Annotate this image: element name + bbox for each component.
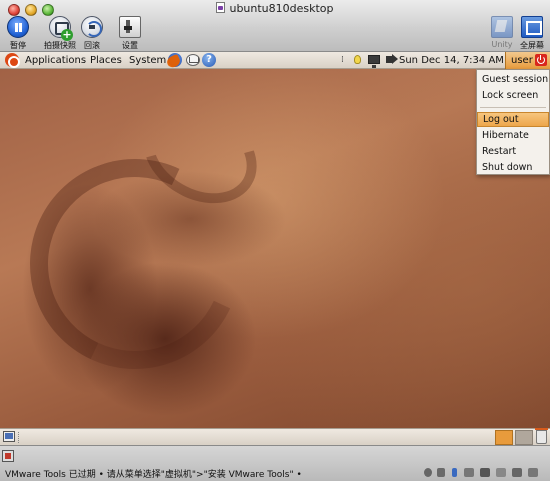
menu-item-lock-screen[interactable]: Lock screen [477,88,549,103]
fullscreen-icon [521,16,543,38]
sound-card-icon[interactable] [496,468,506,477]
settings-label: 设置 [122,41,138,50]
tray-separator: ⁞ [341,55,344,65]
vm-state-icon[interactable] [2,450,14,462]
snapshot-icon [49,16,73,41]
top-panel: Applications Places System ? ⁞ Sun Dec 1… [0,52,550,69]
menu-places[interactable]: Places [90,55,122,66]
shared-folders-icon[interactable] [528,468,538,477]
usb-icon[interactable] [464,468,474,477]
bluetooth-icon[interactable] [452,468,457,477]
show-desktop-icon[interactable] [3,431,15,442]
menu-item-shut-down[interactable]: Shut down [477,160,549,175]
menu-applications[interactable]: Applications [25,55,86,66]
mail-icon[interactable] [186,54,200,66]
pause-button[interactable]: 暂停 [0,16,40,51]
revert-icon [81,16,103,38]
bulb-icon[interactable] [354,55,361,64]
panel-separator [18,432,19,443]
fullscreen-label: 全屏幕 [520,41,544,50]
workspace-1[interactable] [495,430,513,445]
help-icon[interactable]: ? [202,53,216,67]
menu-item-restart[interactable]: Restart [477,144,549,159]
clock[interactable]: Sun Dec 14, 7:34 AM [399,55,504,66]
fullscreen-button[interactable]: 全屏幕 [510,16,550,51]
menu-item-log-out[interactable]: Log out [477,112,549,127]
user-menu-label: user [511,55,533,66]
menu-item-hibernate[interactable]: Hibernate [477,128,549,143]
firefox-icon[interactable] [168,53,182,67]
pause-label: 暂停 [10,41,26,50]
pause-icon [7,16,29,38]
trash-icon[interactable] [535,428,548,444]
desktop-wallpaper[interactable] [0,69,550,445]
vmware-statusbar: VMware Tools 已过期 • 请从菜单选择"虚拟机">"安装 VMwar… [0,445,550,481]
volume-icon[interactable] [386,56,392,63]
menu-system[interactable]: System [129,55,166,66]
user-dropdown-menu: Guest session Lock screen Log out Hibern… [476,69,550,175]
vm-document-icon [216,2,226,13]
settings-icon [119,16,141,38]
cd-drive-icon[interactable] [424,468,432,477]
ubuntu-logo-icon[interactable] [5,53,20,68]
user-menu[interactable]: user [505,52,550,69]
menu-separator [480,107,546,108]
power-icon [535,54,547,66]
window-title-text: ubuntu810desktop [229,2,334,15]
bottom-panel [0,428,550,445]
network-icon[interactable] [368,55,380,68]
printer-icon[interactable] [512,468,522,477]
window-title: ubuntu810desktop [0,2,550,15]
network-adapter-icon[interactable] [480,468,490,477]
menu-item-guest-session[interactable]: Guest session [477,72,549,87]
vmware-titlebar: ubuntu810desktop 暂停 拍摄快照 回滚 设置 Unity 全屏幕 [0,0,550,52]
settings-button[interactable]: 设置 [108,16,152,51]
workspace-2[interactable] [515,430,533,445]
status-message[interactable]: VMware Tools 已过期 • 请从菜单选择"虚拟机">"安装 VMwar… [5,467,302,480]
hard-disk-icon[interactable] [437,468,445,477]
guest-screen[interactable]: Applications Places System ? ⁞ Sun Dec 1… [0,52,550,445]
